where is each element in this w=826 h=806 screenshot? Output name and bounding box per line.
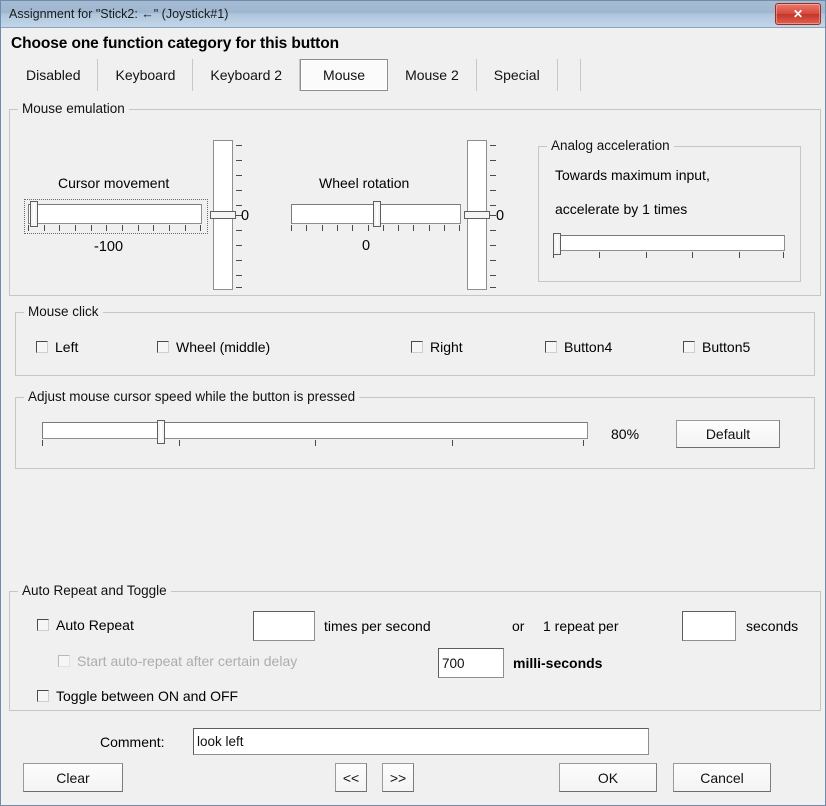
analog-acceleration-ticks [553, 252, 785, 260]
cursor-movement-thumb[interactable] [29, 201, 38, 227]
cursor-speed-ticks [42, 440, 588, 448]
checkbox-right[interactable]: Right [411, 339, 463, 355]
tab-strip-end [579, 59, 581, 91]
checkbox-start-delay-label: Start auto-repeat after certain delay [77, 653, 298, 669]
auto-repeat-per-label: 1 repeat per [543, 618, 619, 634]
tab-mouse[interactable]: Mouse [300, 59, 389, 91]
auto-repeat-times-label: times per second [324, 618, 431, 634]
checkbox-left-box[interactable] [36, 341, 48, 353]
auto-repeat-milliseconds-label: milli-seconds [513, 655, 603, 671]
analog-acceleration-legend: Analog acceleration [547, 138, 674, 153]
analog-acceleration-track[interactable] [553, 235, 785, 251]
cursor-movement-track[interactable] [28, 204, 202, 224]
checkbox-left-label: Left [55, 339, 79, 355]
mouse-emulation-group: Mouse emulation Cursor movement -100 0 W… [9, 101, 821, 296]
mouse-click-legend: Mouse click [24, 304, 103, 319]
cursor-speed-track[interactable] [42, 422, 588, 439]
clear-button[interactable]: Clear [23, 763, 123, 792]
title-bar: Assignment for "Stick2: ←" (Joystick#1) … [1, 1, 825, 28]
wheel-vertical-value: 0 [496, 208, 505, 224]
previous-button[interactable]: << [335, 763, 367, 792]
cursor-movement-label: Cursor movement [58, 175, 170, 191]
auto-repeat-delay-input[interactable]: 700 [438, 648, 504, 678]
close-icon[interactable]: ✕ [775, 3, 821, 25]
tab-keyboard-2[interactable]: Keyboard 2 [193, 59, 301, 91]
checkbox-button4-label: Button4 [564, 339, 613, 355]
checkbox-wheel-middle[interactable]: Wheel (middle) [157, 339, 270, 355]
cursor-speed-default-button[interactable]: Default [676, 420, 780, 448]
comment-label: Comment: [100, 734, 165, 750]
wheel-vertical-slider[interactable] [464, 140, 496, 290]
checkbox-wheel-middle-label: Wheel (middle) [176, 339, 271, 355]
wheel-rotation-thumb[interactable] [372, 201, 381, 227]
ok-button[interactable]: OK [559, 763, 657, 792]
cursor-speed-value: 80% [611, 426, 640, 442]
cursor-speed-group: Adjust mouse cursor speed while the butt… [15, 389, 815, 469]
category-tabs: Disabled Keyboard Keyboard 2 Mouse Mouse… [9, 59, 825, 91]
window-title: Assignment for "Stick2: ←" (Joystick#1) [9, 7, 229, 21]
mouse-click-group: Mouse click Left Wheel (middle) Right Bu… [15, 304, 815, 376]
assignment-dialog: Assignment for "Stick2: ←" (Joystick#1) … [0, 0, 826, 806]
auto-repeat-legend: Auto Repeat and Toggle [18, 583, 171, 598]
analog-acceleration-thumb[interactable] [553, 233, 561, 255]
cursor-movement-value: -100 [94, 239, 124, 255]
checkbox-button5-label: Button5 [702, 339, 751, 355]
analog-acceleration-line2: accelerate by 1 times [555, 201, 688, 217]
cursor-speed-legend: Adjust mouse cursor speed while the butt… [24, 389, 360, 404]
tab-keyboard[interactable]: Keyboard [98, 59, 194, 91]
checkbox-auto-repeat[interactable]: Auto Repeat [37, 617, 134, 633]
wheel-rotation-value: 0 [362, 238, 371, 254]
cancel-button[interactable]: Cancel [673, 763, 771, 792]
analog-acceleration-group: Analog acceleration Towards maximum inpu… [538, 138, 801, 282]
tab-special[interactable]: Special [477, 59, 558, 91]
cursor-movement-ticks [28, 225, 202, 233]
tab-disabled[interactable]: Disabled [9, 59, 99, 91]
checkbox-toggle-label: Toggle between ON and OFF [56, 688, 239, 704]
comment-input[interactable]: look left [193, 728, 649, 755]
checkbox-button4[interactable]: Button4 [545, 339, 612, 355]
analog-acceleration-line1: Towards maximum input, [555, 167, 710, 183]
cursor-vertical-thumb[interactable] [210, 210, 236, 219]
checkbox-toggle[interactable]: Toggle between ON and OFF [37, 688, 238, 704]
next-button[interactable]: >> [382, 763, 414, 792]
auto-repeat-group: Auto Repeat and Toggle Auto Repeat times… [9, 583, 821, 711]
wheel-rotation-label: Wheel rotation [319, 175, 410, 191]
auto-repeat-seconds-label: seconds [746, 618, 799, 634]
checkbox-auto-repeat-label: Auto Repeat [56, 617, 134, 633]
auto-repeat-or-label: or [512, 618, 525, 634]
tab-mouse-2[interactable]: Mouse 2 [388, 59, 477, 91]
mouse-emulation-legend: Mouse emulation [18, 101, 129, 116]
checkbox-button5[interactable]: Button5 [683, 339, 750, 355]
auto-repeat-seconds-input[interactable] [682, 611, 736, 641]
cursor-vertical-value: 0 [241, 208, 250, 224]
cursor-vertical-slider[interactable] [210, 140, 242, 290]
checkbox-right-label: Right [430, 339, 463, 355]
checkbox-toggle-box[interactable] [37, 690, 49, 702]
wheel-vertical-thumb[interactable] [464, 210, 490, 219]
cursor-speed-thumb[interactable] [156, 420, 165, 444]
checkbox-right-box[interactable] [411, 341, 423, 353]
auto-repeat-times-input[interactable] [253, 611, 315, 641]
checkbox-button5-box[interactable] [683, 341, 695, 353]
page-title: Choose one function category for this bu… [11, 35, 339, 52]
checkbox-start-delay[interactable]: Start auto-repeat after certain delay [58, 653, 297, 669]
checkbox-button4-box[interactable] [545, 341, 557, 353]
checkbox-start-delay-box[interactable] [58, 655, 70, 667]
checkbox-left[interactable]: Left [36, 339, 78, 355]
checkbox-auto-repeat-box[interactable] [37, 619, 49, 631]
checkbox-wheel-middle-box[interactable] [157, 341, 169, 353]
